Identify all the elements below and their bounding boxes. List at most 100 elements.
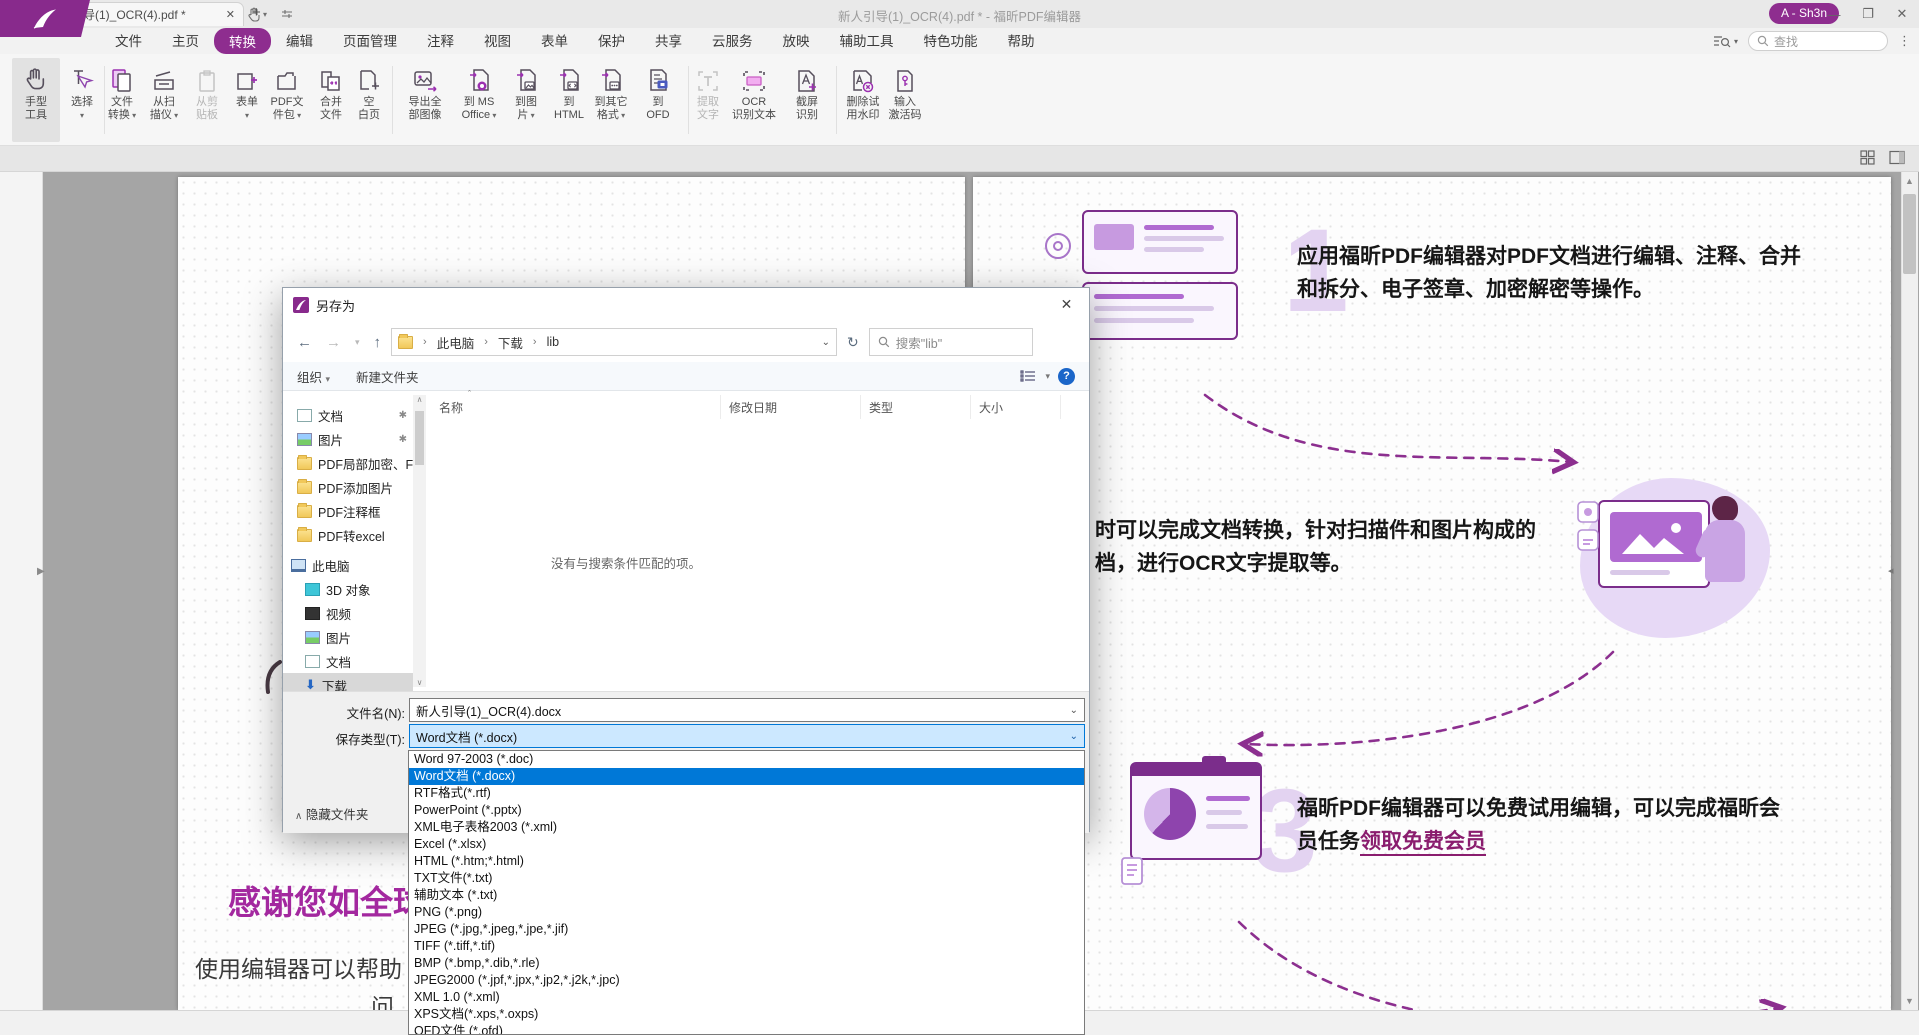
tree-item-pictures[interactable]: 图片 [283, 625, 413, 649]
scroll-up-icon[interactable]: ▲ [1901, 172, 1918, 190]
dialog-search-input[interactable]: 搜索"lib" [869, 328, 1033, 356]
column-date[interactable]: 修改日期 [721, 395, 861, 419]
savetype-option[interactable]: 辅助文本 (*.txt) [409, 887, 1084, 904]
breadcrumb-this-pc[interactable]: 此电脑 [437, 333, 475, 352]
more-options-icon[interactable]: ⋮ [1898, 33, 1911, 49]
to-ofd-button[interactable]: 到OFD [634, 58, 682, 142]
savetype-option[interactable]: Excel (*.xlsx) [409, 836, 1084, 853]
tree-item-folder[interactable]: PDF局部加密、F [283, 451, 413, 475]
to-image-button[interactable]: 到图片 [502, 58, 550, 142]
foxit-logo[interactable] [0, 0, 90, 37]
new-folder-button[interactable]: 新建文件夹 [356, 367, 419, 386]
column-name[interactable]: 名称 [431, 395, 721, 419]
menu-item[interactable]: 文件 [100, 28, 157, 54]
new-tab-button[interactable]: + [252, 4, 261, 21]
minimize-button[interactable]: — [1817, 0, 1851, 28]
menu-item[interactable]: 编辑 [271, 28, 328, 54]
menu-item[interactable]: 特色功能 [909, 28, 993, 54]
dialog-close-button[interactable]: ✕ [1044, 288, 1089, 320]
menu-item[interactable]: 云服务 [697, 28, 768, 54]
hand-tool-button[interactable]: 手型工具 [12, 58, 60, 142]
breadcrumb-downloads[interactable]: 下载 [498, 333, 523, 352]
tree-item-folder[interactable]: PDF添加图片 [283, 475, 413, 499]
grid-view-icon[interactable] [1860, 150, 1875, 165]
tree-item-folder[interactable]: PDF注释框 [283, 499, 413, 523]
savetype-option[interactable]: PNG (*.png) [409, 904, 1084, 921]
tree-scrollbar[interactable]: ∧ ∨ [413, 395, 426, 687]
to-html-button[interactable]: 到HTML [545, 58, 593, 142]
from-scanner-button[interactable]: 从扫描仪 [140, 58, 188, 142]
filename-input[interactable]: 新人引导(1)_OCR(4).docx ⌄ [409, 698, 1085, 722]
right-panel-collapse-handle[interactable]: ◂ [1888, 564, 1894, 577]
pdf-portfolio-button[interactable]: PDF文件包 [263, 58, 311, 142]
to-ms-office-button[interactable]: 到 MSOffice [455, 58, 503, 142]
tab-close-icon[interactable]: ✕ [226, 8, 235, 21]
savetype-option[interactable]: RTF格式(*.rtf) [409, 785, 1084, 802]
organize-button[interactable]: 组织 ▾ [297, 367, 330, 386]
menu-item[interactable]: 视图 [469, 28, 526, 54]
menu-item[interactable]: 共享 [640, 28, 697, 54]
tree-item-3d-objects[interactable]: 3D 对象 [283, 577, 413, 601]
menu-item[interactable]: 辅助工具 [825, 28, 909, 54]
savetype-option[interactable]: Word 97-2003 (*.doc) [409, 751, 1084, 768]
quick-find-icon[interactable] [1713, 34, 1731, 49]
tree-item-this-pc[interactable]: 此电脑 [283, 553, 413, 577]
breadcrumb-lib[interactable]: lib [547, 335, 560, 349]
menu-item[interactable]: 注释 [412, 28, 469, 54]
savetype-option[interactable]: OFD文件 (*.ofd) [409, 1023, 1084, 1035]
menu-item[interactable]: 主页 [157, 28, 214, 54]
address-bar[interactable]: › 此电脑 › 下载 › lib ⌄ [391, 328, 837, 356]
scroll-down-icon[interactable]: ▼ [1901, 992, 1918, 1010]
hide-folders-button[interactable]: ∧ 隐藏文件夹 [295, 804, 368, 823]
vertical-scrollbar[interactable] [1901, 172, 1918, 1010]
savetype-option[interactable]: BMP (*.bmp,*.dib,*.rle) [409, 955, 1084, 972]
view-mode-caret[interactable]: ▾ [1045, 371, 1050, 382]
back-icon[interactable]: ← [293, 334, 316, 351]
savetype-option[interactable]: JPEG (*.jpg,*.jpeg,*.jpe,*.jif) [409, 921, 1084, 938]
savetype-dropdown-caret[interactable]: ⌄ [1070, 731, 1078, 742]
file-convert-button[interactable]: 文件转换 [98, 58, 146, 142]
scrollbar-thumb[interactable] [1903, 194, 1916, 274]
screen-capture-ocr-button[interactable]: 截屏识别 [783, 58, 831, 142]
restore-button[interactable]: ❐ [1851, 0, 1885, 28]
find-input[interactable]: 查找 [1748, 31, 1888, 51]
menu-item[interactable]: 保护 [583, 28, 640, 54]
export-all-images-button[interactable]: 导出全部图像 [401, 58, 449, 142]
tree-item-documents[interactable]: 文档 [283, 649, 413, 673]
savetype-combobox[interactable]: Word文档 (*.docx) ⌄ [409, 724, 1085, 748]
tree-item-videos[interactable]: 视频 [283, 601, 413, 625]
column-size[interactable]: 大小 [971, 395, 1061, 419]
help-icon[interactable]: ? [1058, 368, 1075, 385]
remove-trial-watermark-button[interactable]: 删除试用水印 [839, 58, 887, 142]
recent-locations-caret[interactable]: ▾ [351, 337, 364, 348]
sidebar-expand-handle[interactable]: ▶ [37, 566, 45, 577]
savetype-option[interactable]: XML电子表格2003 (*.xml) [409, 819, 1084, 836]
to-other-format-button[interactable]: 到其它格式 [587, 58, 635, 142]
filename-dropdown-caret[interactable]: ⌄ [1070, 705, 1078, 716]
view-mode-icon[interactable] [1019, 369, 1037, 383]
claim-free-membership-link[interactable]: 领取免费会员 [1360, 830, 1486, 856]
tree-item-folder[interactable]: PDF转excel [283, 523, 413, 547]
savetype-option[interactable]: TIFF (*.tiff,*.tif) [409, 938, 1084, 955]
savetype-option[interactable]: JPEG2000 (*.jpf,*.jpx,*.jp2,*.j2k,*.jpc) [409, 972, 1084, 989]
tree-item-pictures-pinned[interactable]: 图片✱ [283, 427, 413, 451]
menu-item[interactable]: 页面管理 [328, 28, 412, 54]
close-button[interactable]: ✕ [1885, 0, 1919, 28]
reading-panel-icon[interactable] [1889, 150, 1905, 165]
savetype-option[interactable]: HTML (*.htm;*.html) [409, 853, 1084, 870]
up-icon[interactable]: ↑ [370, 334, 386, 351]
menu-item[interactable]: 帮助 [993, 28, 1050, 54]
menu-item[interactable]: 转换 [214, 28, 271, 54]
enter-activation-code-button[interactable]: 输入激活码 [881, 58, 929, 142]
tree-item-documents-pinned[interactable]: 文档✱ [283, 403, 413, 427]
savetype-option[interactable]: Word文档 (*.docx) [409, 768, 1084, 785]
refresh-icon[interactable]: ↻ [843, 334, 863, 351]
savetype-option[interactable]: PowerPoint (*.pptx) [409, 802, 1084, 819]
tree-scrollbar-thumb[interactable] [415, 411, 424, 465]
savetype-option[interactable]: XPS文档(*.xps,*.oxps) [409, 1006, 1084, 1023]
dialog-titlebar[interactable]: 另存为 [283, 288, 1089, 322]
address-dropdown-caret[interactable]: ⌄ [822, 337, 830, 348]
ocr-recognize-button[interactable]: OCR识别文本 [730, 58, 778, 142]
blank-page-button[interactable]: 空白页 [345, 58, 393, 142]
menu-item[interactable]: 表单 [526, 28, 583, 54]
